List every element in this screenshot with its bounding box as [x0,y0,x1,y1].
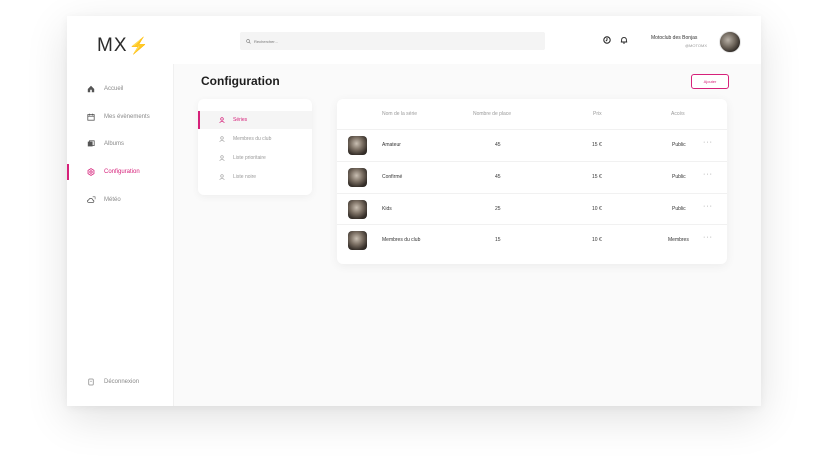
more-options-button[interactable]: ··· [703,139,713,146]
series-thumbnail [348,200,367,219]
search-icon [246,38,251,44]
column-header-places: Nombre de place [473,111,512,117]
sidebar-item-label: Météo [104,197,121,203]
more-options-button[interactable]: ··· [703,171,713,178]
subnav-label: Liste prioritaire [233,155,266,161]
cell-name: Membres du club [382,237,421,243]
user-icon [219,136,225,142]
table-row[interactable]: Amateur 45 15 € Public ··· [337,129,727,161]
column-header-price: Prix [593,111,602,117]
column-header-access: Accès [671,111,685,117]
sidebar-item-accueil[interactable]: Accueil [67,81,173,97]
weather-icon [86,196,96,204]
series-thumbnail [348,136,367,155]
table-row[interactable]: Membres du club 15 10 € Membres ··· [337,224,727,256]
sidebar-item-configuration[interactable]: Configuration [67,164,173,180]
sidebar-item-label: Mes évènements [104,114,150,120]
calendar-icon [86,113,96,121]
gear-icon [86,168,96,176]
user-icon [219,117,225,123]
cell-name: Confirmé [382,174,403,180]
subnav-item-membres[interactable]: Membres du club [198,130,312,148]
album-icon [86,140,96,148]
sidebar-item-label: Configuration [104,169,140,175]
cell-access: Public [672,142,686,148]
logout-icon [86,378,96,386]
sidebar: MX⚡ Accueil Mes évènements Albums Config [67,16,174,406]
sidebar-item-albums[interactable]: Albums [67,136,173,152]
cell-access: Membres [668,237,689,243]
avatar[interactable] [719,31,741,53]
cell-places: 25 [495,206,501,212]
user-icon [219,155,225,161]
sidebar-item-label: Accueil [104,86,124,92]
search-bar[interactable] [240,32,545,50]
cell-name: Amateur [382,142,401,148]
subnav-item-series[interactable]: Séries [198,111,312,129]
series-thumbnail [348,231,367,250]
sidebar-item-meteo[interactable]: Météo [67,192,173,208]
subnav-item-liste-noire[interactable]: Liste noire [198,168,312,186]
app-window: MX⚡ Accueil Mes évènements Albums Config [67,16,761,406]
page-title: Configuration [201,74,280,88]
user-name: Motoclub des Bonjas [651,35,698,41]
sidebar-item-mes-evenements[interactable]: Mes évènements [67,109,173,125]
logo[interactable]: MX⚡ [97,35,149,57]
bell-icon[interactable] [620,36,628,44]
series-table: Nom de la série Nombre de place Prix Acc… [337,99,727,264]
search-input[interactable] [254,38,454,44]
home-icon [86,85,96,93]
top-header: Motoclub des Bonjas @MOTOMX [173,16,761,64]
cell-price: 15 € [592,174,602,180]
add-button[interactable]: Ajouter [691,74,729,89]
cell-name: Kids [382,206,392,212]
bolt-icon: ⚡ [128,38,150,55]
cell-access: Public [672,206,686,212]
cell-price: 10 € [592,206,602,212]
subnav-label: Séries [233,117,248,123]
config-subnav: Séries Membres du club Liste prioritaire… [198,99,312,195]
more-options-button[interactable]: ··· [703,234,713,241]
cell-access: Public [672,174,686,180]
subnav-label: Liste noire [233,174,257,180]
cell-places: 15 [495,237,501,243]
logout-label: Déconnexion [104,379,140,385]
clock-icon[interactable] [603,36,611,44]
cell-places: 45 [495,142,501,148]
logout-button[interactable]: Déconnexion [67,376,173,388]
user-handle: @MOTOMX [685,43,707,48]
series-thumbnail [348,168,367,187]
user-icon [219,174,225,180]
column-header-name: Nom de la série [382,111,418,117]
cell-price: 10 € [592,237,602,243]
table-row[interactable]: Kids 25 10 € Public ··· [337,193,727,225]
subnav-label: Membres du club [233,136,272,142]
more-options-button[interactable]: ··· [703,203,713,210]
logo-text: MX [97,35,128,56]
table-row[interactable]: Confirmé 45 15 € Public ··· [337,161,727,193]
cell-places: 45 [495,174,501,180]
sidebar-item-label: Albums [104,141,125,147]
subnav-item-liste-prioritaire[interactable]: Liste prioritaire [198,149,312,167]
cell-price: 15 € [592,142,602,148]
